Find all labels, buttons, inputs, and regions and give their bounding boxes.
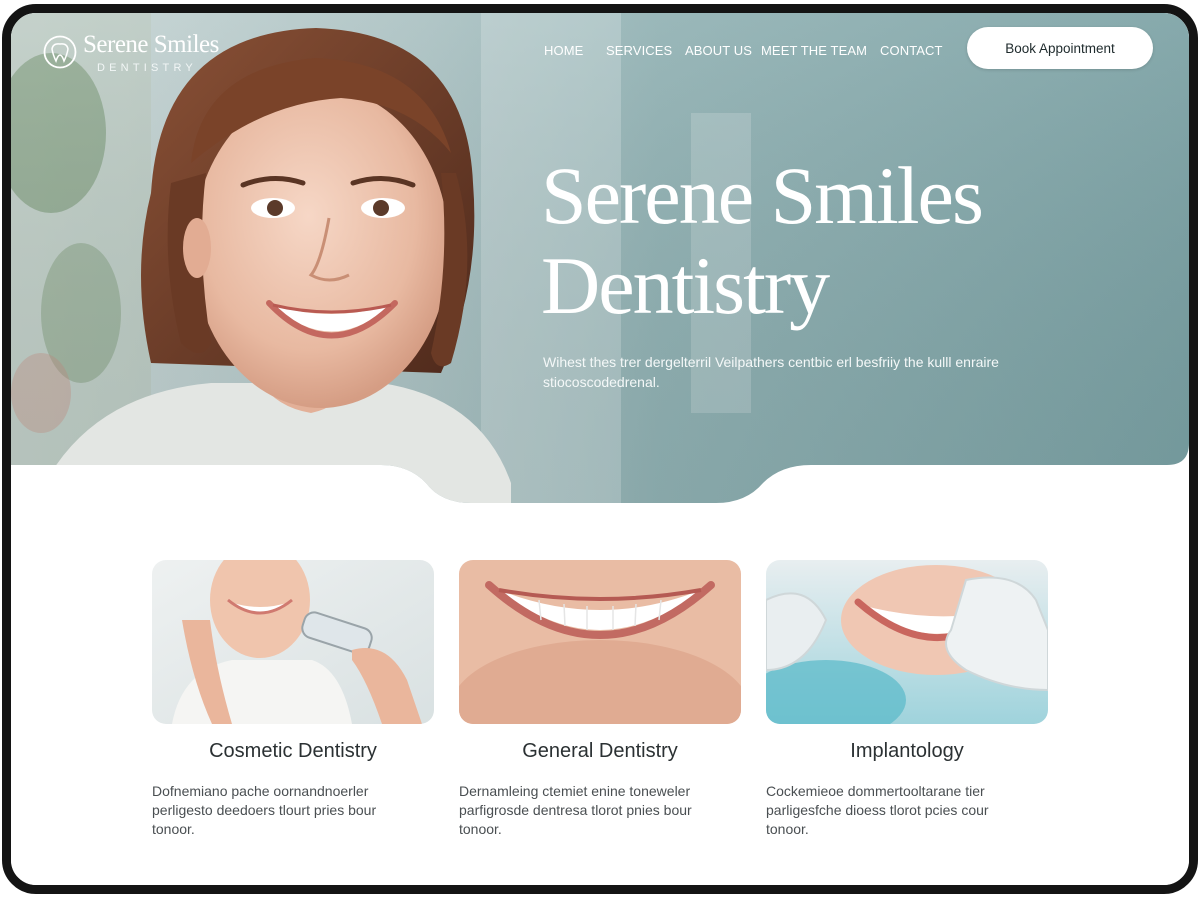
nav-item-contact[interactable]: CONTACT bbox=[880, 43, 943, 58]
service-description-general: Dernamleing ctemiet enine toneweler parf… bbox=[459, 783, 692, 837]
service-title-general: General Dentistry bbox=[522, 740, 678, 762]
nav-item-services[interactable]: SERVICES bbox=[606, 43, 672, 58]
page-screen: Serene Smiles DENTISTRY HOME SERVICES AB… bbox=[11, 13, 1189, 885]
main-nav: HOME SERVICES ABOUT US MEET THE TEAM CON… bbox=[544, 43, 964, 63]
brand-logo[interactable]: Serene Smiles DENTISTRY bbox=[43, 31, 243, 81]
hero-subtitle: Wihest thes trer dergelterril Veilpather… bbox=[543, 354, 999, 390]
nav-item-home[interactable]: HOME bbox=[544, 43, 583, 58]
tooth-logo-icon bbox=[43, 35, 77, 69]
service-title-implantology: Implantology bbox=[850, 740, 964, 762]
hero-title: Serene Smiles Dentistry bbox=[541, 150, 984, 331]
service-image-implantology bbox=[766, 560, 1048, 724]
service-card-implantology[interactable]: Implantology Cockemieoe dommertooltarane… bbox=[766, 560, 1048, 850]
service-image-cosmetic bbox=[152, 560, 434, 724]
service-card-general[interactable]: General Dentistry Dernamleing ctemiet en… bbox=[459, 560, 741, 850]
nav-item-about-us[interactable]: ABOUT US bbox=[685, 43, 752, 58]
book-appointment-button[interactable]: Book Appointment bbox=[967, 27, 1153, 69]
service-title-cosmetic: Cosmetic Dentistry bbox=[209, 740, 377, 762]
service-image-general bbox=[459, 560, 741, 724]
service-description-cosmetic: Dofnemiano pache oornandnoerler perliges… bbox=[152, 783, 377, 837]
service-description-implantology: Cockemieoe dommertooltarane tier parlige… bbox=[766, 783, 989, 837]
brand-subtitle: DENTISTRY bbox=[97, 62, 197, 74]
brand-name: Serene Smiles bbox=[83, 31, 219, 58]
nav-item-meet-the-team[interactable]: MEET THE TEAM bbox=[761, 43, 867, 58]
service-card-cosmetic[interactable]: Cosmetic Dentistry Dofnemiano pache oorn… bbox=[152, 560, 434, 850]
device-frame: Serene Smiles DENTISTRY HOME SERVICES AB… bbox=[2, 4, 1198, 894]
